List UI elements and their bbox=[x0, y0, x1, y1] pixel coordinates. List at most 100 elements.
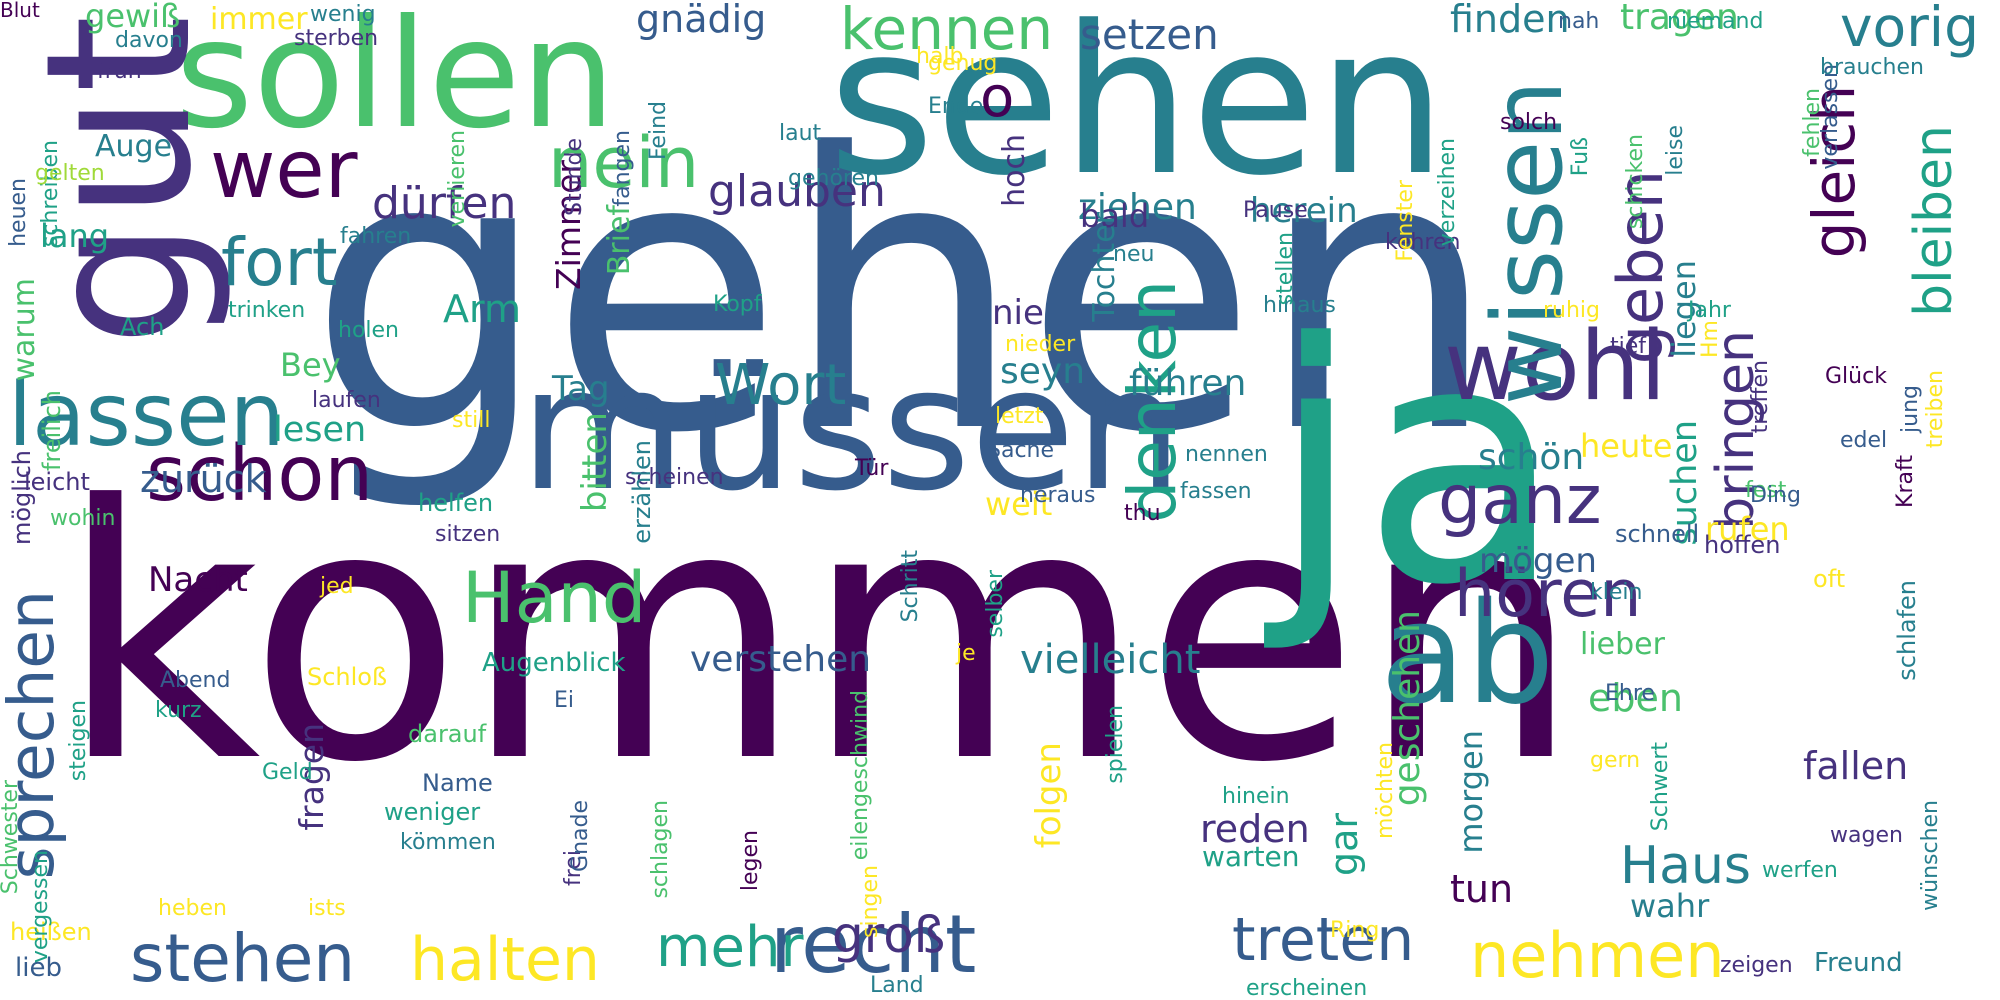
word-bitten: bitten bbox=[575, 412, 615, 513]
word-wenig: wenig bbox=[310, 2, 376, 27]
word-warum: warum bbox=[7, 278, 42, 382]
word-thu: thu bbox=[1124, 501, 1161, 526]
word-pause: Pause bbox=[1243, 198, 1308, 223]
word-schoen: schön bbox=[1478, 437, 1585, 478]
word-oft: oft bbox=[1813, 565, 1846, 593]
word-ding: Ding bbox=[1750, 483, 1801, 508]
word-hoch: hoch bbox=[997, 134, 1032, 207]
word-gehoeren: gehören bbox=[788, 166, 879, 191]
word-werfen: werfen bbox=[1762, 858, 1838, 883]
word-auge: Auge bbox=[95, 129, 173, 164]
word-leise: leise bbox=[1663, 125, 1688, 176]
word-abend: Abend bbox=[160, 668, 231, 693]
word-bey: Bey bbox=[280, 346, 341, 384]
word-wagen: wagen bbox=[1830, 823, 1903, 848]
word-solch: solch bbox=[1500, 110, 1558, 135]
word-schlagen: schlagen bbox=[648, 800, 673, 899]
word-vielleicht: vielleicht bbox=[1020, 637, 1201, 683]
word-ists: ists bbox=[308, 896, 346, 921]
word-fuehren: führen bbox=[1129, 363, 1247, 404]
word-ei: Ei bbox=[554, 688, 575, 713]
word-kurz: kurz bbox=[155, 698, 202, 723]
word-davon: davon bbox=[115, 28, 183, 53]
word-wort: Wort bbox=[715, 353, 847, 418]
word-brief: Brief bbox=[602, 205, 637, 276]
word-stellen: stellen bbox=[1273, 232, 1298, 306]
word-vergessen: vergessen bbox=[28, 850, 53, 964]
word-treffen: treffen bbox=[1748, 360, 1773, 434]
word-trinken: trinken bbox=[228, 298, 306, 323]
word-ring: Ring bbox=[1330, 918, 1380, 943]
word-helfen: helfen bbox=[418, 489, 494, 517]
word-kraft: Kraft bbox=[1893, 455, 1918, 508]
word-augenblick: Augenblick bbox=[482, 648, 626, 678]
word-singen: singen bbox=[858, 865, 883, 938]
word-tief: tief bbox=[1610, 334, 1647, 359]
word-fahren: fahren bbox=[340, 224, 412, 249]
word-sitzen: sitzen bbox=[435, 522, 501, 547]
word-jed: jed bbox=[320, 574, 354, 599]
word-sterben: sterben bbox=[294, 26, 379, 51]
word-koemmen: kömmen bbox=[400, 830, 496, 855]
word-schwert: Schwert bbox=[1648, 742, 1673, 832]
word-still: still bbox=[452, 408, 491, 433]
word-tag: Tag bbox=[552, 369, 610, 409]
word-niemand: niemand bbox=[1667, 9, 1764, 34]
word-stunde: Stunde bbox=[562, 138, 587, 216]
word-schnell: schnell bbox=[1615, 520, 1700, 548]
word-je: je bbox=[956, 641, 976, 666]
word-wuenschen: wünschen bbox=[1918, 800, 1943, 911]
word-neu: neu bbox=[1113, 242, 1155, 267]
word-sache: Sache bbox=[987, 438, 1055, 463]
word-laut: laut bbox=[779, 121, 822, 146]
word-heraus: heraus bbox=[1020, 483, 1096, 508]
word-nah: nah bbox=[1558, 9, 1600, 34]
word-gnaedig: gnädig bbox=[636, 0, 767, 41]
word-moegen: mögen bbox=[1479, 541, 1597, 581]
word-zurueck: zurück bbox=[140, 457, 267, 501]
word-selber: selber bbox=[983, 570, 1008, 638]
word-gelten: gelten bbox=[35, 161, 105, 186]
word-erzaehlen: erzählen bbox=[628, 440, 656, 544]
word-nacht: Nacht bbox=[148, 560, 248, 600]
word-edel: edel bbox=[1840, 428, 1888, 453]
word-treten: treten bbox=[1232, 905, 1415, 975]
word-ruhig: ruhig bbox=[1543, 298, 1601, 323]
word-fuss: Fuß bbox=[1568, 137, 1593, 177]
word-warten: warten bbox=[1202, 840, 1300, 873]
word-seyn: seyn bbox=[1000, 351, 1086, 392]
word-cloud: gehen kommen sehen ja müssen sollen gut ab schon… bbox=[0, 0, 2000, 1000]
word-halb: halb bbox=[916, 44, 964, 69]
word-klein: klein bbox=[1590, 580, 1643, 605]
word-immer: immer bbox=[210, 2, 308, 37]
word-schwester: Schwester bbox=[0, 780, 23, 895]
word-gern: gern bbox=[1590, 748, 1641, 773]
word-kopf: Kopf bbox=[713, 292, 762, 317]
word-tuer: Tür bbox=[855, 456, 889, 481]
word-letzt: letzt bbox=[995, 404, 1044, 429]
word-gross: groß bbox=[832, 906, 946, 964]
word-glueck: Glück bbox=[1825, 364, 1887, 389]
word-legen: legen bbox=[738, 830, 763, 892]
word-darauf: darauf bbox=[408, 720, 487, 748]
word-laufen: laufen bbox=[312, 388, 381, 413]
word-bleiben: bleiben bbox=[1904, 125, 1964, 317]
word-hand: Hand bbox=[462, 557, 647, 639]
word-gnade: Gnade bbox=[568, 800, 593, 872]
word-schicken: schicken bbox=[1623, 134, 1648, 230]
word-nennen: nennen bbox=[1185, 442, 1268, 467]
word-schritt: Schritt bbox=[898, 550, 923, 623]
word-nieder: nieder bbox=[1005, 332, 1076, 357]
word-tun: tun bbox=[1450, 867, 1514, 911]
word-folgen: folgen bbox=[1029, 742, 1069, 849]
word-heuen: heuen bbox=[6, 178, 31, 247]
word-spielen: spielen bbox=[1103, 705, 1128, 784]
word-halten: halten bbox=[410, 925, 600, 995]
word-heute: heute bbox=[1580, 427, 1673, 465]
word-fassen: fassen bbox=[1180, 479, 1252, 504]
word-treiben: treiben bbox=[1923, 370, 1948, 449]
word-weniger: weniger bbox=[384, 798, 481, 826]
word-verlieren: verlieren bbox=[445, 130, 470, 228]
word-finden: finden bbox=[1450, 0, 1570, 41]
word-gar: gar bbox=[1322, 813, 1366, 877]
